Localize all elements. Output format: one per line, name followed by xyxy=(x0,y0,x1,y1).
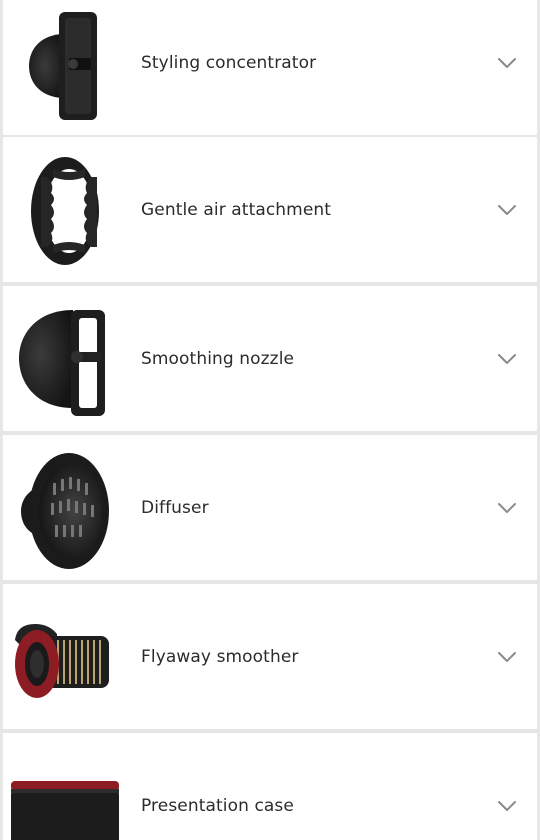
chevron-down-icon[interactable] xyxy=(497,353,517,365)
chevron-down-icon[interactable] xyxy=(497,502,517,514)
smoothing-nozzle-icon xyxy=(7,290,119,427)
chevron-down-icon[interactable] xyxy=(497,651,517,663)
accordion-item-label: Presentation case xyxy=(141,796,294,816)
chevron-down-icon[interactable] xyxy=(497,800,517,812)
accordion-item-label: Flyaway smoother xyxy=(141,646,299,667)
accordion-item-gentle-air-attachment[interactable]: Gentle air attachment xyxy=(2,137,538,282)
accordion-item-presentation-case[interactable]: Presentation case xyxy=(2,733,538,840)
accordion-item-label: Styling concentrator xyxy=(141,52,317,73)
flyaway-smoother-icon xyxy=(7,588,119,725)
accordion-item-label: Diffuser xyxy=(141,497,209,518)
presentation-case-icon xyxy=(7,737,119,840)
chevron-down-icon[interactable] xyxy=(497,204,517,216)
accordion-item-label: Smoothing nozzle xyxy=(141,348,295,369)
accordion-item-styling-concentrator[interactable]: Styling concentrator xyxy=(2,0,538,135)
accordion-item-smoothing-nozzle[interactable]: Smoothing nozzle xyxy=(2,286,538,431)
accordion-item-flyaway-smoother[interactable]: Flyaway smoother xyxy=(2,584,538,729)
accordion-item-diffuser[interactable]: Diffuser xyxy=(2,435,538,580)
accordion-item-label: Gentle air attachment xyxy=(141,199,332,220)
styling-concentrator-icon xyxy=(7,0,119,131)
gentle-air-attachment-icon xyxy=(7,141,119,278)
diffuser-icon xyxy=(7,439,119,576)
chevron-down-icon[interactable] xyxy=(497,57,517,69)
attachments-list: Styling concentrator Gentle air attachme… xyxy=(0,0,540,840)
